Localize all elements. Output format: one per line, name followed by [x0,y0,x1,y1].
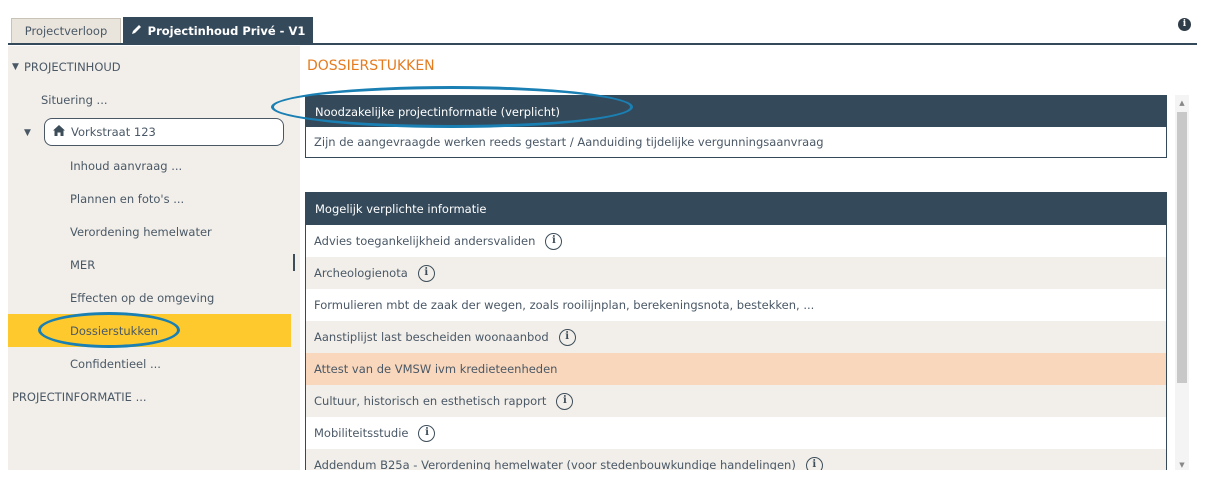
list-item-label: Cultuur, historisch en esthetisch rappor… [314,394,547,408]
list-item-label: Attest van de VMSW ivm kredieteenheden [314,362,558,376]
sidebar-item-hemelwater[interactable]: Verordening hemelwater [8,215,291,248]
caret-down-icon: ▼ [12,61,19,72]
tab-label: Projectinhoud Privé - V1 [147,23,306,38]
splitter-handle[interactable] [293,254,295,271]
list-item-label: Formulieren mbt de zaak der wegen, zoals… [314,298,815,312]
scroll-down-icon[interactable]: ▼ [1176,461,1188,469]
list-item-label: Addendum B25a - Verordening hemelwater (… [314,458,796,470]
caret-down-icon: ▼ [24,127,31,138]
sidebar-item-label: PROJECTINHOUD [24,59,121,74]
info-icon[interactable]: i [558,328,576,346]
sidebar-item-label: MER [70,257,96,272]
list-item[interactable]: Mobiliteitsstudie i [306,417,1166,449]
info-icon[interactable]: i [417,264,435,282]
sidebar-item-label: Confidentieel ... [70,356,161,371]
sidebar-item-inhoud-aanvraag[interactable]: Inhoud aanvraag ... [8,149,291,182]
tab-label: Projectverloop [24,24,108,38]
info-icon[interactable]: i [545,232,563,250]
sidebar-item-label: Inhoud aanvraag ... [70,158,183,173]
annotation-ellipse-panel-header [271,86,633,128]
panel-header: Mogelijk verplichte informatie [306,193,1166,225]
sidebar-item-effecten[interactable]: Effecten op de omgeving [8,281,291,314]
sidebar-item-label: Situering ... [41,92,108,107]
sidebar-item-plannen[interactable]: Plannen en foto's ... [8,182,291,215]
sidebar-item-label: PROJECTINFORMATIE ... [12,389,147,404]
info-icon[interactable]: i [805,456,823,470]
sidebar-item-label: Plannen en foto's ... [70,191,185,206]
list-item-label: Advies toegankelijkheid andersvaliden [314,234,536,248]
sidebar-item-projectinformatie[interactable]: PROJECTINFORMATIE ... [8,380,291,413]
info-icon[interactable]: i [418,424,436,442]
sidebar-item-vorkstraat[interactable]: ▼ Vorkstraat 123 [8,116,291,149]
info-icon[interactable]: i [1178,18,1191,31]
list-item[interactable]: Cultuur, historisch en esthetisch rappor… [306,385,1166,417]
scroll-up-icon[interactable]: ▲ [1176,99,1188,107]
page-title: DOSSIERSTUKKEN [307,58,435,74]
sidebar-item-label: Vorkstraat 123 [71,125,156,139]
pencil-icon [131,24,142,38]
sidebar-item-label: Verordening hemelwater [70,224,212,239]
sidebar: ▼ PROJECTINHOUD Situering ... ▼ Vorkstra… [8,46,291,470]
home-icon [53,125,65,139]
list-item[interactable]: Advies toegankelijkheid andersvaliden i [306,225,1166,257]
annotation-ellipse-dossierstukken [38,312,180,348]
list-item-label: Aanstiplijst last bescheiden woonaanbod [314,330,549,344]
list-item-label: Zijn de aangevraagde werken reeds gestar… [314,135,824,149]
list-item[interactable]: Attest van de VMSW ivm kredieteenheden [306,353,1166,385]
list-item-label: Mobiliteitsstudie [314,426,409,440]
sidebar-item-label: Effecten op de omgeving [70,290,215,305]
address-box[interactable]: Vorkstraat 123 [44,118,284,146]
tab-underline [8,43,1197,45]
sidebar-item-projectinhoud[interactable]: ▼ PROJECTINHOUD [8,50,291,83]
sidebar-item-confidentieel[interactable]: Confidentieel ... [8,347,291,380]
tab-bar: Projectverloop Projectinhoud Privé - V1 … [8,17,1197,45]
list-item[interactable]: Addendum B25a - Verordening hemelwater (… [306,449,1166,470]
info-icon[interactable]: i [556,392,574,410]
app-window: Projectverloop Projectinhoud Privé - V1 … [0,0,1205,482]
tab-projectverloop[interactable]: Projectverloop [11,18,121,43]
list-item[interactable]: Archeologienota i [306,257,1166,289]
list-item[interactable]: Formulieren mbt de zaak der wegen, zoals… [306,289,1166,321]
scrollbar-thumb[interactable] [1177,112,1187,383]
list-item[interactable]: Zijn de aangevraagde werken reeds gestar… [306,127,1166,157]
sidebar-item-mer[interactable]: MER [8,248,291,281]
tab-projectinhoud[interactable]: Projectinhoud Privé - V1 [123,17,313,44]
sidebar-item-situering[interactable]: Situering ... [8,83,291,116]
list-item[interactable]: Aanstiplijst last bescheiden woonaanbod … [306,321,1166,353]
panel-mogelijk: Mogelijk verplichte informatie Advies to… [305,192,1167,470]
list-item-label: Archeologienota [314,266,408,280]
